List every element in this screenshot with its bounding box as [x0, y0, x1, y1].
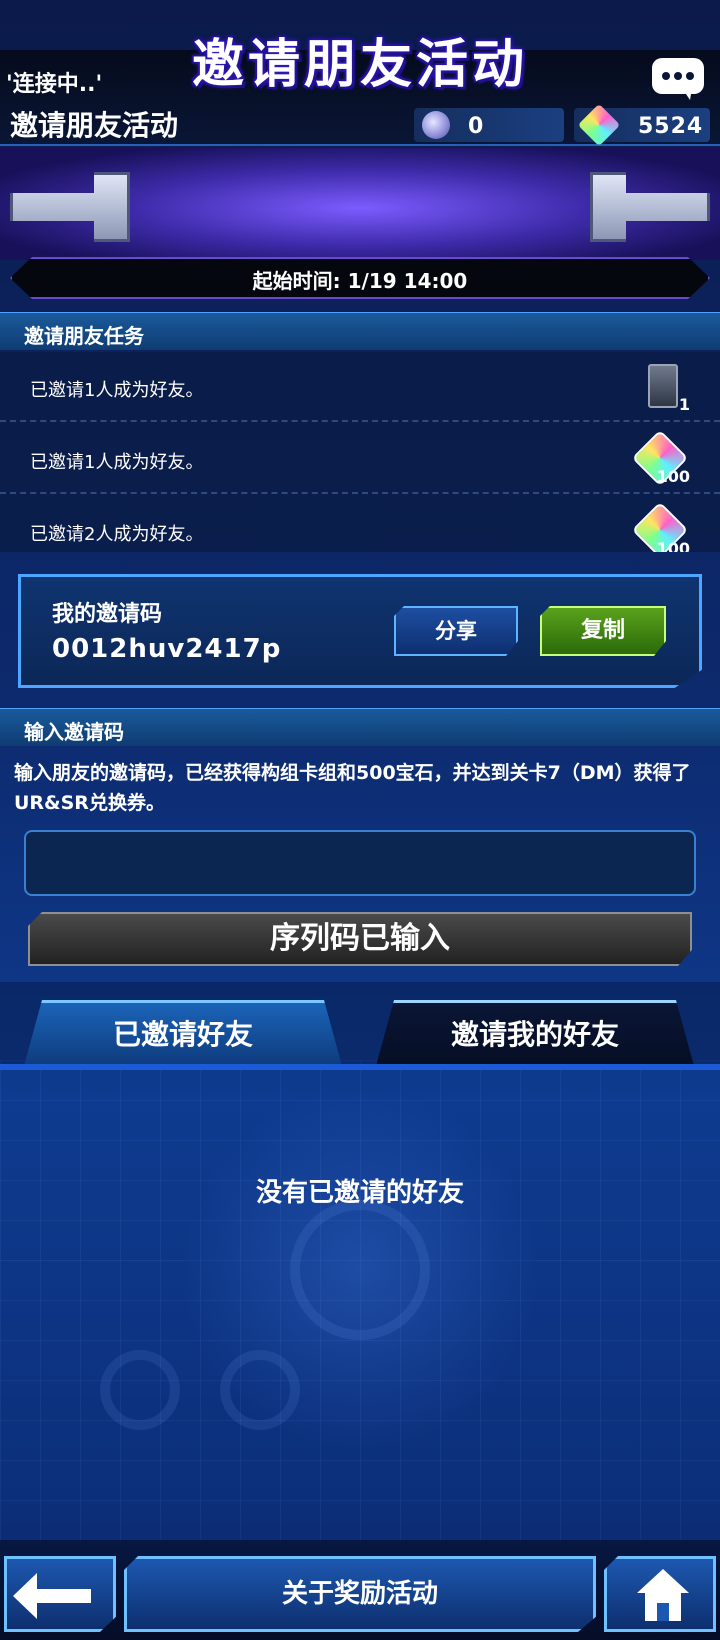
- home-icon-door: [657, 1603, 669, 1621]
- reward-count: 100: [656, 539, 690, 552]
- orb-count: 0: [468, 114, 485, 139]
- orb-icon: [422, 111, 450, 139]
- list-item: 已邀请2人成为好友。 100: [0, 496, 720, 552]
- reward-count: 100: [656, 467, 690, 486]
- invite-code-value: 0012huv2417p: [52, 634, 282, 664]
- enter-code-header-label: 输入邀请码: [24, 720, 124, 744]
- background-ring: [290, 1200, 430, 1340]
- banner-wing-right: [590, 172, 710, 242]
- list-item: 已邀请1人成为好友。 1: [0, 352, 720, 422]
- enter-code-description: 输入朋友的邀请码，已经获得构组卡组和500宝石，并达到关卡7（DM）获得了UR&…: [14, 762, 691, 814]
- list-item: 已邀请1人成为好友。 100: [0, 424, 720, 494]
- event-banner: [0, 148, 720, 260]
- home-button[interactable]: [604, 1556, 716, 1632]
- back-button[interactable]: [4, 1556, 116, 1632]
- task-list[interactable]: 已邀请1人成为好友。 1 已邀请1人成为好友。 100 已邀请2人成为好友。 1…: [0, 352, 720, 552]
- background-ring: [220, 1350, 300, 1430]
- back-arrow-icon: [13, 1573, 91, 1619]
- card-pack-icon: [648, 364, 678, 408]
- tab-invited-friends[interactable]: 已邀请好友: [24, 1000, 342, 1066]
- task-text: 已邀请2人成为好友。: [30, 524, 204, 545]
- background-ring: [100, 1350, 180, 1430]
- enter-code-header: 输入邀请码: [0, 708, 720, 746]
- empty-message: 没有已邀请的好友: [255, 1178, 464, 1208]
- banner-wing-left: [10, 172, 130, 242]
- invite-code-input[interactable]: [24, 830, 696, 896]
- gem-count: 5524: [638, 114, 704, 139]
- start-time: 起始时间: 1/19 14:00: [252, 269, 468, 293]
- banner-title: 邀请朋友活动: [191, 35, 528, 95]
- tab-inviting-friends[interactable]: 邀请我的好友: [376, 1000, 694, 1066]
- tasks-header: 邀请朋友任务: [0, 312, 720, 350]
- about-rewards-button[interactable]: 关于奖励活动: [124, 1556, 596, 1632]
- task-text: 已邀请1人成为好友。: [30, 452, 204, 473]
- task-text: 已邀请1人成为好友。: [30, 380, 204, 401]
- share-button[interactable]: 分享: [394, 606, 518, 656]
- copy-button[interactable]: 复制: [540, 606, 666, 656]
- reward-count: 1: [678, 395, 690, 414]
- home-icon: [637, 1569, 689, 1593]
- tab-underline: [0, 1064, 720, 1070]
- code-entered-button[interactable]: 序列码已输入: [28, 912, 692, 966]
- invite-code-label: 我的邀请码: [52, 602, 163, 627]
- tasks-header-label: 邀请朋友任务: [24, 324, 144, 348]
- page-title: 邀请朋友活动: [10, 109, 179, 142]
